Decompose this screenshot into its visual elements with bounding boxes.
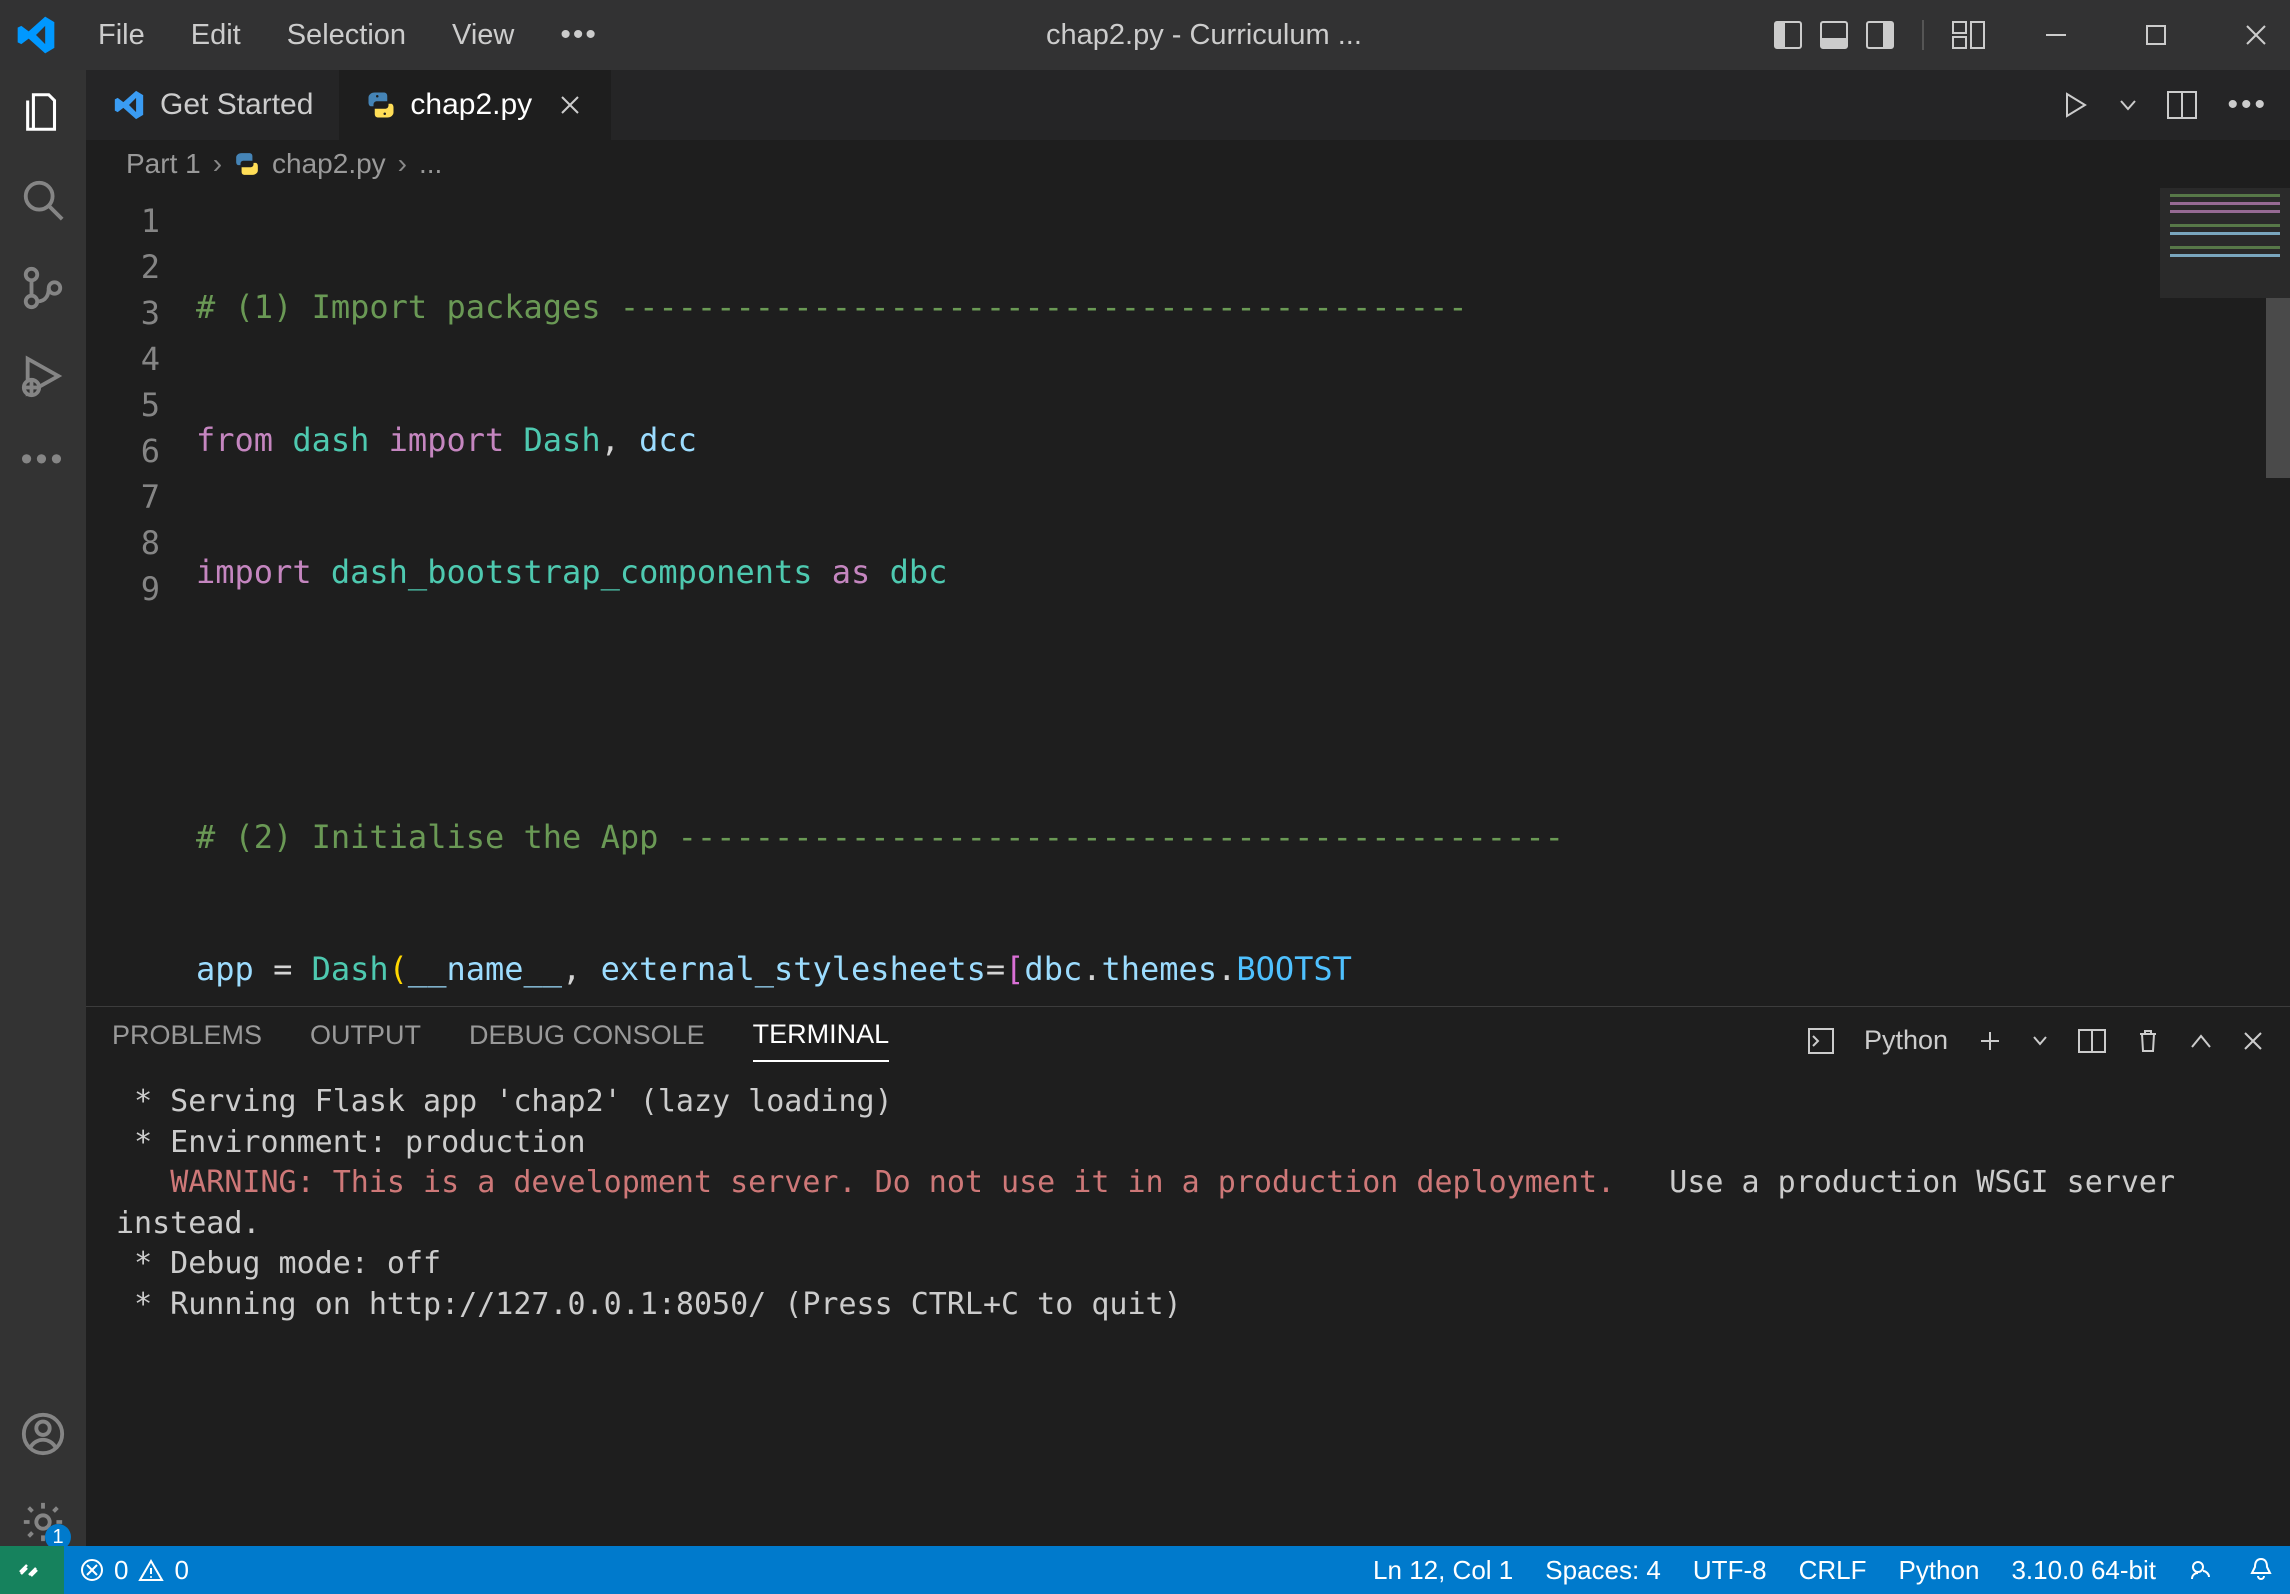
source-control-icon[interactable] xyxy=(19,264,67,312)
panel-tab-problems[interactable]: PROBLEMS xyxy=(112,1020,262,1061)
terminal-shell-name[interactable]: Python xyxy=(1864,1025,1948,1056)
split-editor-icon[interactable] xyxy=(2167,91,2197,119)
status-bar: 0 0 Ln 12, Col 1 Spaces: 4 UTF-8 CRLF Py… xyxy=(0,1546,2290,1594)
menu-edit[interactable]: Edit xyxy=(191,19,241,52)
status-language[interactable]: Python xyxy=(1882,1555,1995,1586)
split-terminal-icon[interactable] xyxy=(2078,1029,2106,1053)
status-feedback-icon[interactable] xyxy=(2172,1556,2232,1584)
code-content[interactable]: # (1) Import packages ------------------… xyxy=(196,188,2290,1006)
window-title: chap2.py - Curriculum ... xyxy=(644,19,1764,52)
close-tab-icon[interactable] xyxy=(556,91,584,119)
vscode-logo-icon xyxy=(14,13,58,57)
breadcrumb-more[interactable]: ... xyxy=(419,148,442,180)
menu-file[interactable]: File xyxy=(98,19,145,52)
customize-layout-icon[interactable] xyxy=(1952,21,1986,49)
status-encoding[interactable]: UTF-8 xyxy=(1677,1555,1783,1586)
chevron-right-icon: › xyxy=(213,148,222,180)
accounts-icon[interactable] xyxy=(19,1410,67,1458)
panel-tab-output[interactable]: OUTPUT xyxy=(310,1020,421,1061)
bottom-panel: PROBLEMS OUTPUT DEBUG CONSOLE TERMINAL P… xyxy=(86,1006,2290,1546)
remote-indicator[interactable] xyxy=(0,1546,64,1594)
layout-separator xyxy=(1922,20,1924,50)
search-icon[interactable] xyxy=(19,176,67,224)
activity-more-icon[interactable]: ••• xyxy=(21,440,66,479)
menu-more-icon[interactable]: ••• xyxy=(560,18,598,52)
terminal-dropdown-icon[interactable] xyxy=(2032,1033,2048,1049)
python-icon xyxy=(366,90,396,120)
line-gutter: 123456789 xyxy=(86,188,196,1006)
kill-terminal-icon[interactable] xyxy=(2136,1028,2160,1054)
status-interpreter[interactable]: 3.10.0 64-bit xyxy=(1995,1555,2172,1586)
minimize-button[interactable] xyxy=(2036,15,2076,55)
editor-layout-controls xyxy=(1774,20,1986,50)
breadcrumb-file[interactable]: chap2.py xyxy=(272,148,386,180)
terminal-profile-icon[interactable] xyxy=(1808,1028,1834,1054)
window-controls xyxy=(2036,15,2276,55)
explorer-icon[interactable] xyxy=(19,88,67,136)
tab-chap2-py[interactable]: chap2.py xyxy=(340,70,611,140)
editor-actions: ••• xyxy=(2041,70,2290,140)
close-button[interactable] xyxy=(2236,15,2276,55)
python-icon xyxy=(234,151,260,177)
status-eol[interactable]: CRLF xyxy=(1783,1555,1883,1586)
terminal-actions: Python xyxy=(1808,1025,2264,1056)
menu-view[interactable]: View xyxy=(452,19,514,52)
code-editor[interactable]: 123456789 # (1) Import packages --------… xyxy=(86,188,2290,1006)
editor-more-icon[interactable]: ••• xyxy=(2227,88,2268,122)
activity-bar: ••• 1 xyxy=(0,70,86,1546)
status-indent[interactable]: Spaces: 4 xyxy=(1529,1555,1677,1586)
layout-bottom-icon[interactable] xyxy=(1820,21,1848,49)
layout-right-icon[interactable] xyxy=(1866,21,1894,49)
menu-selection[interactable]: Selection xyxy=(287,19,406,52)
tab-label: Get Started xyxy=(160,88,313,122)
panel-tabs: PROBLEMS OUTPUT DEBUG CONSOLE TERMINAL P… xyxy=(86,1007,2290,1062)
status-position[interactable]: Ln 12, Col 1 xyxy=(1357,1555,1529,1586)
breadcrumb[interactable]: Part 1 › chap2.py › ... xyxy=(86,140,2290,188)
breadcrumb-folder[interactable]: Part 1 xyxy=(126,148,201,180)
vscode-icon xyxy=(112,88,146,122)
tab-label: chap2.py xyxy=(410,88,532,122)
settings-gear-icon[interactable]: 1 xyxy=(19,1498,67,1546)
maximize-button[interactable] xyxy=(2136,15,2176,55)
chevron-right-icon: › xyxy=(398,148,407,180)
main-area: Get Started chap2.py ••• Part 1 xyxy=(86,70,2290,1546)
close-panel-icon[interactable] xyxy=(2242,1030,2264,1052)
maximize-panel-icon[interactable] xyxy=(2190,1033,2212,1049)
title-bar: File Edit Selection View ••• chap2.py - … xyxy=(0,0,2290,70)
new-terminal-icon[interactable] xyxy=(1978,1029,2002,1053)
layout-left-icon[interactable] xyxy=(1774,21,1802,49)
panel-tab-debug[interactable]: DEBUG CONSOLE xyxy=(469,1020,705,1061)
editor-tabs: Get Started chap2.py ••• xyxy=(86,70,2290,140)
panel-tab-terminal[interactable]: TERMINAL xyxy=(753,1019,890,1062)
status-bell-icon[interactable] xyxy=(2232,1556,2290,1584)
run-file-icon[interactable] xyxy=(2063,92,2089,118)
settings-badge: 1 xyxy=(45,1524,71,1546)
overview-scrollbar[interactable] xyxy=(2266,188,2290,1006)
tab-get-started[interactable]: Get Started xyxy=(86,70,340,140)
terminal-output[interactable]: * Serving Flask app 'chap2' (lazy loadin… xyxy=(86,1062,2290,1546)
status-problems[interactable]: 0 0 xyxy=(64,1555,205,1586)
run-dropdown-icon[interactable] xyxy=(2119,96,2137,114)
run-debug-icon[interactable] xyxy=(19,352,67,400)
